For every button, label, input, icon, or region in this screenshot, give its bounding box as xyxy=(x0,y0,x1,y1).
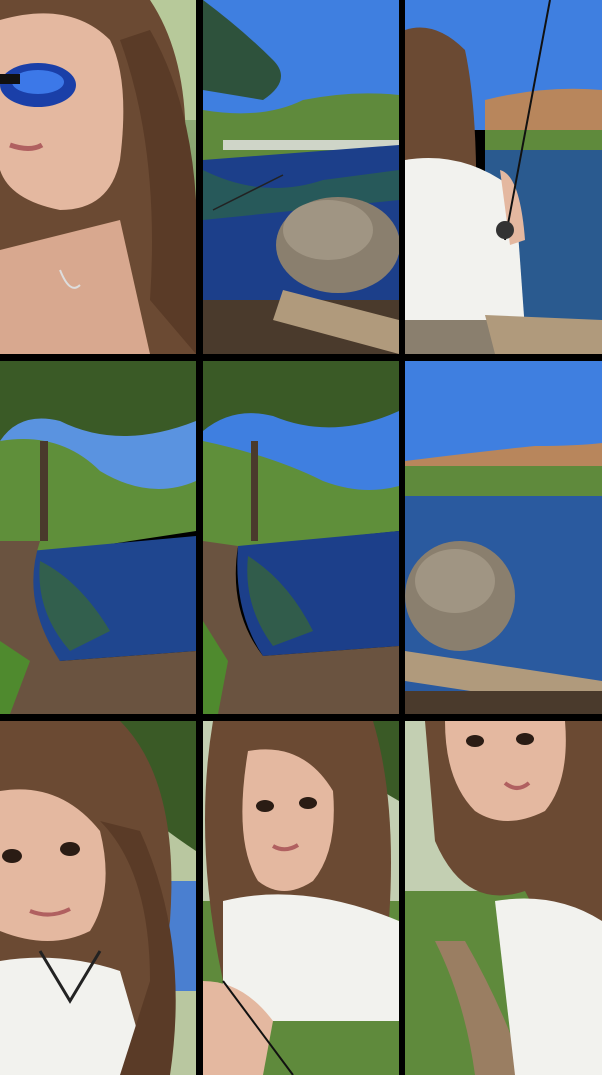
photo-frame-6 xyxy=(405,361,602,714)
selfie-talking-image xyxy=(405,721,602,1075)
pond-rock-log-image xyxy=(405,361,602,714)
photo-frame-3 xyxy=(405,0,602,354)
selfie-holding-rod-image xyxy=(203,721,399,1075)
photo-frame-7 xyxy=(0,721,196,1075)
pond-tree-image xyxy=(0,361,196,714)
photo-frame-2 xyxy=(203,0,399,354)
photo-collage-grid xyxy=(0,0,602,1075)
photo-frame-9 xyxy=(405,721,602,1075)
photo-frame-8 xyxy=(203,721,399,1075)
pond-rock-image xyxy=(203,0,399,354)
selfie-sunglasses-image xyxy=(0,0,196,354)
woman-fishing-image xyxy=(405,0,602,354)
photo-frame-4 xyxy=(0,361,196,714)
photo-frame-1 xyxy=(0,0,196,354)
photo-frame-5 xyxy=(203,361,399,714)
selfie-leaning-image xyxy=(0,721,196,1075)
pond-tree-wide-image xyxy=(203,361,399,714)
